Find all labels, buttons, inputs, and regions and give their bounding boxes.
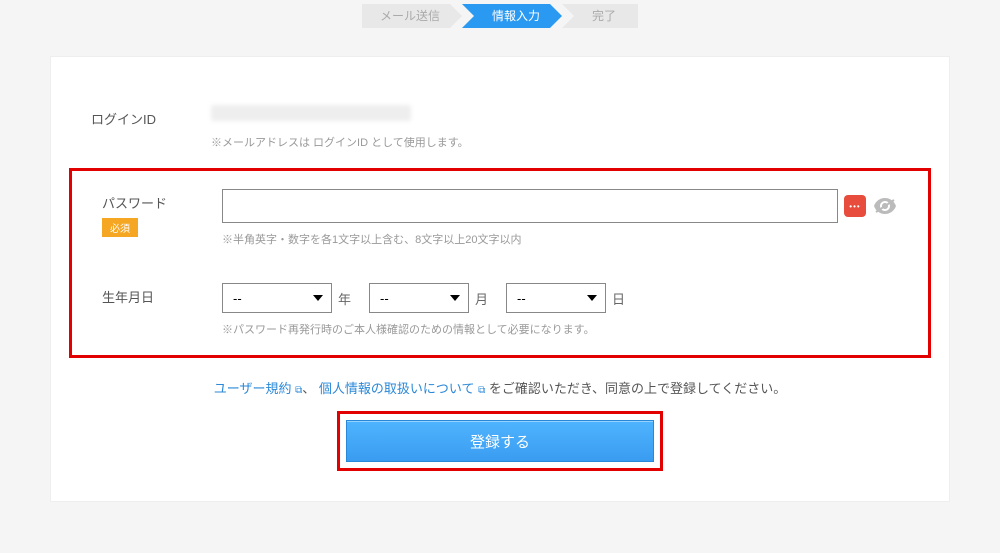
sep: 、: [302, 381, 315, 396]
agreement-text: ユーザー規約 ⧉、 個人情報の取扱いについて ⧉ をご確認いただき、同意の上で登…: [61, 378, 939, 397]
birth-year-select[interactable]: --: [222, 283, 332, 313]
login-id-label: ログインID: [91, 112, 156, 127]
password-label: パスワード: [102, 196, 167, 211]
birthdate-hint: ※パスワード再発行時のご本人様確認のための情報として必要になります。: [222, 321, 898, 337]
required-fields-highlight: パスワード 必須 ••• ※半角英字・数字を各1文字以上含む、8文字以上20文字…: [69, 168, 931, 358]
progress-stepper: メール送信 情報入力 完了: [0, 0, 1000, 28]
login-id-row: ログインID ※メールアドレスは ログインID として使用します。: [61, 87, 939, 168]
year-unit: 年: [338, 289, 351, 308]
day-unit: 日: [612, 289, 625, 308]
step-mail-send: メール送信: [362, 4, 462, 28]
password-input[interactable]: [222, 189, 838, 223]
step-info-input: 情報入力: [462, 4, 562, 28]
password-row: パスワード 必須 ••• ※半角英字・数字を各1文字以上含む、8文字以上20文字…: [72, 171, 928, 265]
agreement-tail: をご確認いただき、同意の上で登録してください。: [485, 381, 786, 396]
password-manager-icon[interactable]: •••: [844, 195, 866, 217]
submit-highlight: 登録する: [337, 411, 663, 471]
privacy-link[interactable]: 個人情報の取扱いについて: [319, 381, 475, 396]
birthdate-label: 生年月日: [102, 290, 154, 305]
birth-month-select[interactable]: --: [369, 283, 469, 313]
birthdate-row: 生年月日 -- 年 -- 月 -- 日 ※パスワード再発: [72, 265, 928, 355]
birth-day-select[interactable]: --: [506, 283, 606, 313]
month-unit: 月: [475, 289, 488, 308]
toggle-visibility-icon[interactable]: [872, 195, 898, 217]
login-id-hint: ※メールアドレスは ログインID として使用します。: [211, 134, 909, 150]
terms-link[interactable]: ユーザー規約: [214, 381, 292, 396]
password-hint: ※半角英字・数字を各1文字以上含む、8文字以上20文字以内: [222, 231, 898, 247]
login-id-value-blurred: [211, 105, 411, 121]
step-complete: 完了: [562, 4, 638, 28]
required-badge: 必須: [102, 218, 138, 237]
registration-form: ログインID ※メールアドレスは ログインID として使用します。 パスワード …: [50, 56, 950, 502]
register-button[interactable]: 登録する: [346, 420, 654, 462]
